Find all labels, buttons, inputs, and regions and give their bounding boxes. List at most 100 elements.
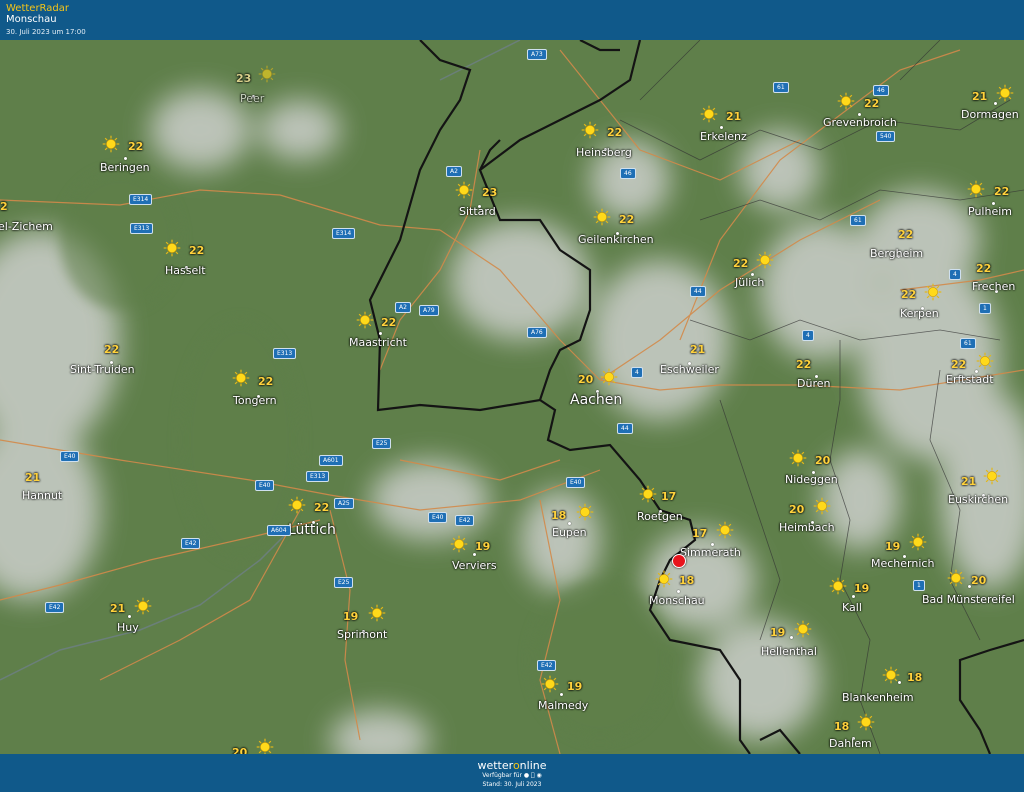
sun-icon	[368, 604, 386, 622]
city-label-maastricht[interactable]: Maastricht	[349, 336, 407, 349]
road-shield-a601: A601	[319, 455, 343, 466]
city-label-dormagen[interactable]: Dormagen	[961, 108, 1019, 121]
city-label-euskirchen[interactable]: Euskirchen	[948, 493, 1008, 506]
temperature-eupen: 18	[551, 509, 567, 522]
app-header: WetterRadar Monschau 30. Juli 2023 um 17…	[0, 0, 1024, 40]
city-label-kerpen[interactable]: Kerpen	[900, 307, 939, 320]
road-shield-44: 44	[690, 286, 706, 297]
temperature-tongern: 22	[258, 375, 274, 388]
road-shield-44: 44	[617, 423, 633, 434]
sun-icon	[356, 311, 374, 329]
city-label-dahlem[interactable]: Dahlem	[829, 737, 872, 750]
sun-icon	[924, 283, 942, 301]
city-label-sint-truiden[interactable]: Sint-Truiden	[70, 363, 135, 376]
road-shield-e42: E42	[455, 515, 475, 526]
sun-icon	[857, 713, 875, 731]
city-label-sprimont[interactable]: Sprimont	[337, 628, 387, 641]
temperature-hannut: 21	[25, 471, 41, 484]
city-label-grevenbroich[interactable]: Grevenbroich	[823, 116, 897, 129]
city-label-l-ttich[interactable]: Lüttich	[288, 522, 336, 538]
city-label-erftstadt[interactable]: Erftstadt	[946, 373, 994, 386]
road-shield-46: 46	[873, 85, 889, 96]
road-shield-e313: E313	[130, 223, 154, 234]
city-label-hannut[interactable]: Hannut	[22, 489, 62, 502]
city-label-heimbach[interactable]: Heimbach	[779, 521, 835, 534]
temperature-malmedy: 19	[567, 680, 583, 693]
city-marker-kall	[852, 595, 855, 598]
temperature-bad-m-nstereifel: 20	[971, 574, 987, 587]
temperature-sprimont: 19	[343, 610, 359, 623]
city-label-simmerath[interactable]: Simmerath	[680, 546, 741, 559]
city-label-hasselt[interactable]: Hasselt	[165, 264, 206, 277]
road-shield-e40: E40	[255, 480, 275, 491]
city-label-nideggen[interactable]: Nideggen	[785, 473, 838, 486]
city-label-sittard[interactable]: Sittard	[459, 205, 496, 218]
city-label-heinsberg[interactable]: Heinsberg	[576, 146, 632, 159]
sun-icon	[600, 368, 618, 386]
road-shield-e25: E25	[372, 438, 392, 449]
weather-map[interactable]: Peer 23 Beringen 22 el-Zichem 2 Hasselt 22 Sitta…	[0, 40, 1024, 754]
city-label-beringen[interactable]: Beringen	[100, 161, 150, 174]
availability-note: Verfügbar für ●  ◉	[0, 772, 1024, 779]
city-marker-maastricht	[379, 332, 382, 335]
city-label-aachen[interactable]: Aachen	[570, 392, 622, 408]
city-label-erkelenz[interactable]: Erkelenz	[700, 130, 747, 143]
sun-icon	[256, 738, 274, 754]
temperature-el-zichem: 2	[0, 200, 8, 213]
city-label-malmedy[interactable]: Malmedy	[538, 699, 588, 712]
city-label-tongern[interactable]: Tongern	[233, 394, 277, 407]
city-label-geilenkirchen[interactable]: Geilenkirchen	[578, 233, 654, 246]
location-pin-icon[interactable]	[672, 554, 686, 568]
platform-icons: ●  ◉	[524, 772, 542, 779]
temperature-simmerath: 17	[692, 527, 708, 540]
temperature-sittard: 23	[482, 186, 498, 199]
city-label-blankenheim[interactable]: Blankenheim	[842, 691, 914, 704]
city-label-bad-m-nstereifel[interactable]: Bad Münstereifel	[922, 593, 1015, 606]
road-shield-e40: E40	[60, 451, 80, 462]
temperature-hasselt: 22	[189, 244, 205, 257]
temperature-frechen: 22	[976, 262, 992, 275]
road-shield-e40: E40	[428, 512, 448, 523]
city-label-eupen[interactable]: Eupen	[552, 526, 587, 539]
temperature-erkelenz: 21	[726, 110, 742, 123]
road-shield-a76: A76	[527, 327, 547, 338]
city-label-el-zichem[interactable]: el-Zichem	[0, 220, 53, 233]
road-shield-a604: A604	[267, 525, 291, 536]
temperature-heinsberg: 22	[607, 126, 623, 139]
sun-icon	[163, 239, 181, 257]
city-label-pulheim[interactable]: Pulheim	[968, 205, 1012, 218]
app-footer: wetteronline Verfügbar für ●  ◉ Stand: …	[0, 754, 1024, 792]
city-label-kall[interactable]: Kall	[842, 601, 862, 614]
road-shield-a2: A2	[395, 302, 411, 313]
city-label-peer[interactable]: Peer	[240, 92, 264, 105]
city-label-huy[interactable]: Huy	[117, 621, 139, 634]
road-shield-e42: E42	[45, 602, 65, 613]
sun-icon	[983, 467, 1001, 485]
city-label-mechernich[interactable]: Mechernich	[871, 557, 934, 570]
sun-icon	[593, 208, 611, 226]
temperature-erftstadt: 22	[951, 358, 967, 371]
city-label-j-lich[interactable]: Jülich	[735, 276, 764, 289]
city-label-roetgen[interactable]: Roetgen	[637, 510, 683, 523]
city-label-hellenthal[interactable]: Hellenthal	[761, 645, 817, 658]
city-label-frechen[interactable]: Frechen	[972, 280, 1015, 293]
temperature-maastricht: 22	[381, 316, 397, 329]
temperature-geilenkirchen: 22	[619, 213, 635, 226]
city-label-verviers[interactable]: Verviers	[452, 559, 497, 572]
city-marker-monschau	[677, 590, 680, 593]
sun-icon	[102, 135, 120, 153]
sun-icon	[976, 352, 994, 370]
sun-icon	[789, 449, 807, 467]
city-marker-beringen	[124, 157, 127, 160]
city-label-monschau[interactable]: Monschau	[649, 594, 705, 607]
road-shield-61: 61	[850, 215, 866, 226]
city-label-d-ren[interactable]: Düren	[797, 377, 830, 390]
road-shield-e25: E25	[334, 577, 354, 588]
city-label-bergheim[interactable]: Bergheim	[870, 247, 923, 260]
city-label-eschweiler[interactable]: Eschweiler	[660, 363, 719, 376]
sun-icon	[837, 92, 855, 110]
road-shield-1: 1	[979, 303, 991, 314]
temperature-hellenthal: 19	[770, 626, 786, 639]
road-shield-61: 61	[960, 338, 976, 349]
road-shield-a79: A79	[419, 305, 439, 316]
